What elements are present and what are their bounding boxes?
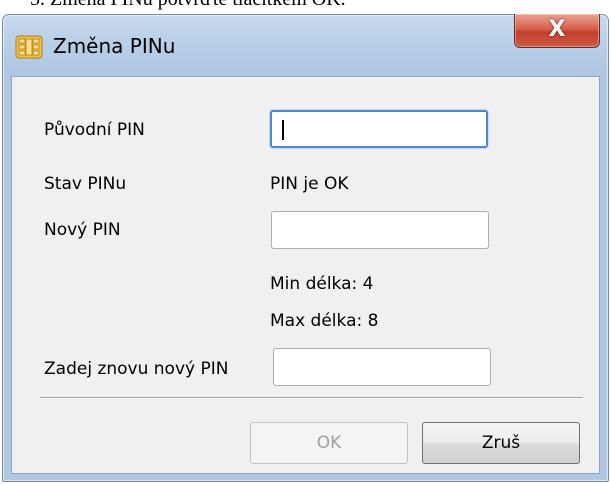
dialog-content: Původní PIN Stav PINu PIN je OK Nový PIN… (11, 76, 600, 474)
min-length-hint: Min délka: 4 (270, 274, 374, 294)
window-title: Změna PINu (53, 34, 176, 58)
pin-status-value: PIN je OK (270, 174, 349, 194)
cancel-button[interactable]: Zruš (422, 422, 580, 464)
close-button[interactable]: X (514, 14, 600, 48)
max-length-hint: Max délka: 8 (270, 311, 379, 331)
confirm-pin-label: Zadej znovu nový PIN (44, 359, 229, 379)
smart-card-chip-icon (15, 35, 43, 59)
new-pin-label: Nový PIN (44, 220, 121, 240)
original-pin-input[interactable] (270, 110, 488, 148)
pin-status-label: Stav PINu (44, 174, 127, 194)
confirm-pin-input[interactable] (273, 348, 491, 386)
close-icon: X (548, 17, 566, 42)
document-background-text: 5. Změna PINu potvrďte tlačítkem OK. (0, 0, 611, 14)
ok-button[interactable]: OK (250, 422, 408, 464)
title-bar[interactable]: Změna PINu X (3, 14, 608, 75)
new-pin-input[interactable] (271, 211, 489, 249)
original-pin-label: Původní PIN (44, 120, 145, 140)
change-pin-dialog: Změna PINu X Původní PIN Stav PINu PIN j… (2, 14, 609, 482)
separator (40, 397, 583, 399)
text-caret (282, 120, 284, 140)
